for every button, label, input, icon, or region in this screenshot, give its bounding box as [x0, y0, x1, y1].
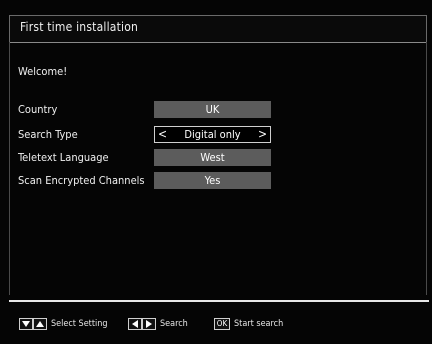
hint-search: Search	[128, 318, 188, 330]
search-type-selector[interactable]: < Digital only >	[154, 126, 271, 143]
arrow-left-icon	[128, 318, 142, 330]
country-label: Country	[18, 103, 58, 116]
country-value[interactable]: UK	[154, 101, 271, 118]
hint-start-label: Start search	[234, 319, 284, 329]
title-bar: First time installation	[9, 15, 427, 43]
hint-select-label: Select Setting	[51, 319, 108, 329]
teletext-language-value[interactable]: West	[154, 149, 271, 166]
arrow-up-icon	[33, 318, 47, 330]
scan-encrypted-value[interactable]: Yes	[154, 172, 271, 189]
settings-panel	[9, 42, 427, 295]
welcome-text: Welcome!	[18, 65, 68, 78]
arrow-right-icon	[142, 318, 156, 330]
footer-divider	[9, 300, 429, 302]
scan-encrypted-label: Scan Encrypted Channels	[18, 174, 145, 187]
footer-hints: Select Setting Search OK Start search	[0, 314, 432, 334]
hint-search-label: Search	[160, 319, 188, 329]
arrow-right-icon[interactable]: >	[258, 127, 267, 142]
page-title: First time installation	[20, 20, 139, 34]
search-type-value: Digital only	[184, 128, 241, 141]
hint-select-setting: Select Setting	[19, 318, 108, 330]
ok-key-icon: OK	[214, 318, 230, 330]
arrow-left-icon[interactable]: <	[158, 127, 167, 142]
search-type-label: Search Type	[18, 128, 78, 141]
teletext-language-label: Teletext Language	[18, 151, 109, 164]
hint-start-search: OK Start search	[214, 318, 283, 330]
tv-screen: First time installation Welcome! Country…	[0, 0, 432, 344]
arrow-down-icon	[19, 318, 33, 330]
